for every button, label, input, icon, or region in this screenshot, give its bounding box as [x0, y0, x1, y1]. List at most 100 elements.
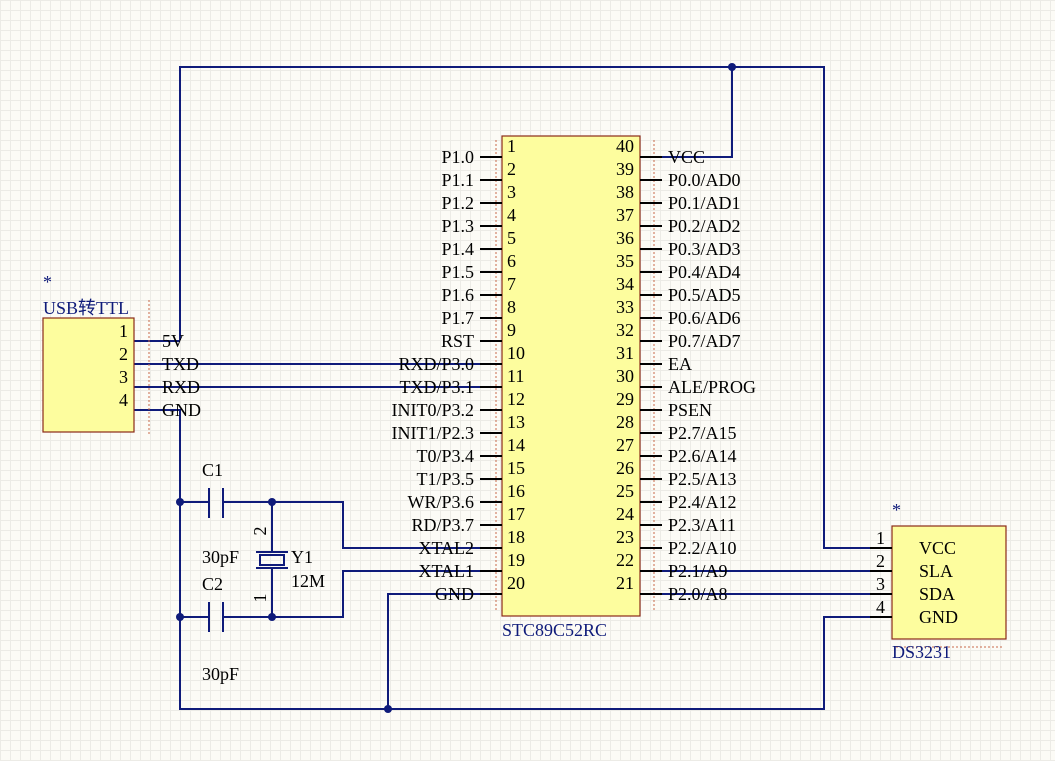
mcu-pin-label: P1.5 — [441, 262, 474, 282]
usb-pin-label: RXD — [162, 377, 200, 397]
junction-dot — [268, 613, 276, 621]
mcu-pin-label: P1.3 — [441, 216, 474, 236]
mcu-pin-label: ALE/PROG — [668, 377, 756, 397]
mcu-pin-number: 35 — [616, 251, 634, 271]
mcu-pin-number: 10 — [507, 343, 525, 363]
mcu-pin-number: 38 — [616, 182, 634, 202]
mcu-pin-number: 8 — [507, 297, 516, 317]
mcu-pin-label: RST — [441, 331, 474, 351]
junction-dot — [176, 613, 184, 621]
mcu-pin-label: P2.5/A13 — [668, 469, 737, 489]
mcu-pin-label: INIT0/P3.2 — [392, 400, 475, 420]
mcu-pin-label: WR/P3.6 — [407, 492, 474, 512]
c2-component[interactable]: C2 30pF — [202, 574, 239, 684]
usb-component[interactable]: * USB转TTL 1 5V 2 TXD 3 RXD 4 GND — [42, 272, 201, 434]
mcu-pin-number: 25 — [616, 481, 634, 501]
mcu-pin-label: VCC — [668, 147, 705, 167]
y1-value: 12M — [291, 571, 325, 591]
mcu-pin-label: EA — [668, 354, 692, 374]
mcu-pin-number: 21 — [616, 573, 634, 593]
mcu-pin-label: T1/P3.5 — [416, 469, 474, 489]
y1-component[interactable]: 2 1 Y1 12M — [250, 527, 325, 603]
mcu-pin-number: 15 — [507, 458, 525, 478]
rtc-pin-label: VCC — [919, 538, 956, 558]
mcu-pin-label: P1.1 — [441, 170, 474, 190]
mcu-pin-number: 40 — [616, 136, 634, 156]
c1-component[interactable]: C1 30pF — [202, 460, 239, 567]
mcu-pin-number: 9 — [507, 320, 516, 340]
rtc-pin-label: SLA — [919, 561, 953, 581]
mcu-pin-label: P2.7/A15 — [668, 423, 737, 443]
mcu-pin-number: 24 — [616, 504, 634, 524]
mcu-pin-label: P2.1/A9 — [668, 561, 728, 581]
mcu-pin-number: 12 — [507, 389, 525, 409]
mcu-pin-label: P0.7/AD7 — [668, 331, 741, 351]
mcu-pin-number: 5 — [507, 228, 516, 248]
mcu-pin-label: P0.2/AD2 — [668, 216, 741, 236]
mcu-pin-label: P1.2 — [441, 193, 474, 213]
mcu-pin-number: 33 — [616, 297, 634, 317]
mcu-pin-number: 31 — [616, 343, 634, 363]
y1-name: Y1 — [291, 547, 313, 567]
mcu-pin-number: 6 — [507, 251, 516, 271]
mcu-pin-label: RD/P3.7 — [411, 515, 474, 535]
junction-dot — [728, 63, 736, 71]
rtc-component[interactable]: * DS3231 1 VCC 2 SLA 3 SDA 4 GND — [870, 500, 1007, 662]
schematic-canvas: P1.0 1 P1.1 2 P1.2 3 P1.3 4 P1.4 5 P1.5 6 P1.6 7 P1.7 8… — [42, 63, 1007, 713]
mcu-pin-number: 14 — [507, 435, 525, 455]
mcu-pin-label: P0.1/AD1 — [668, 193, 741, 213]
mcu-pin-label: INIT1/P2.3 — [392, 423, 475, 443]
mcu-name: STC89C52RC — [502, 620, 607, 640]
c1-name: C1 — [202, 460, 223, 480]
mcu-pin-label: GND — [435, 584, 474, 604]
mcu-pin-number: 37 — [616, 205, 634, 225]
mcu-pin-label: XTAL1 — [418, 561, 474, 581]
y1-crystal — [259, 554, 285, 566]
usb-pin-label: GND — [162, 400, 201, 420]
mcu-pin-number: 7 — [507, 274, 516, 294]
usb-pin-number: 4 — [119, 390, 128, 410]
mcu-pin-label: P2.0/A8 — [668, 584, 728, 604]
mcu-pin-label: TXD/P3.1 — [399, 377, 474, 397]
mcu-pin-label: RXD/P3.0 — [398, 354, 474, 374]
mcu-component[interactable]: P1.0 1 P1.1 2 P1.2 3 P1.3 4 P1.4 5 P1.5 6 P1.6 7 P1.7 8… — [392, 135, 757, 640]
mcu-pin-number: 39 — [616, 159, 634, 179]
mcu-pin-label: P0.3/AD3 — [668, 239, 741, 259]
rtc-name: DS3231 — [892, 642, 951, 662]
mcu-pin-label: P1.4 — [441, 239, 474, 259]
junction-dot — [268, 498, 276, 506]
usb-pin-label: TXD — [162, 354, 199, 374]
mcu-pin-number: 27 — [616, 435, 634, 455]
mcu-pin-number: 11 — [507, 366, 524, 386]
mcu-pin-number: 16 — [507, 481, 525, 501]
mcu-pin-label: P2.6/A14 — [668, 446, 737, 466]
mcu-pin-number: 1 — [507, 136, 516, 156]
mcu-pin-label: P0.4/AD4 — [668, 262, 741, 282]
mcu-pin-label: P1.7 — [441, 308, 474, 328]
y1-pin-bottom: 1 — [250, 594, 270, 603]
mcu-pin-number: 2 — [507, 159, 516, 179]
mcu-pin-number: 29 — [616, 389, 634, 409]
rtc-pin-number: 4 — [876, 597, 885, 617]
mcu-pin-label: P2.3/A11 — [668, 515, 736, 535]
mcu-pin-number: 30 — [616, 366, 634, 386]
rtc-pin-label: SDA — [919, 584, 955, 604]
mcu-pin-number: 13 — [507, 412, 525, 432]
wire-gnd-mcu — [387, 593, 502, 709]
mcu-pin-number: 17 — [507, 504, 525, 524]
usb-name: USB转TTL — [43, 298, 129, 318]
rtc-pin-number: 1 — [876, 528, 885, 548]
wire-mcu-vcc — [640, 67, 733, 158]
mcu-pin-number: 32 — [616, 320, 634, 340]
rtc-pin-number: 2 — [876, 551, 885, 571]
mcu-pin-number: 20 — [507, 573, 525, 593]
mcu-pin-label: P0.0/AD0 — [668, 170, 741, 190]
usb-star: * — [43, 272, 52, 292]
mcu-pin-label: P2.4/A12 — [668, 492, 737, 512]
mcu-pin-number: 23 — [616, 527, 634, 547]
c2-name: C2 — [202, 574, 223, 594]
mcu-pin-label: T0/P3.4 — [416, 446, 474, 466]
mcu-pin-number: 22 — [616, 550, 634, 570]
rtc-star: * — [892, 500, 901, 520]
mcu-pin-label: P1.6 — [441, 285, 474, 305]
